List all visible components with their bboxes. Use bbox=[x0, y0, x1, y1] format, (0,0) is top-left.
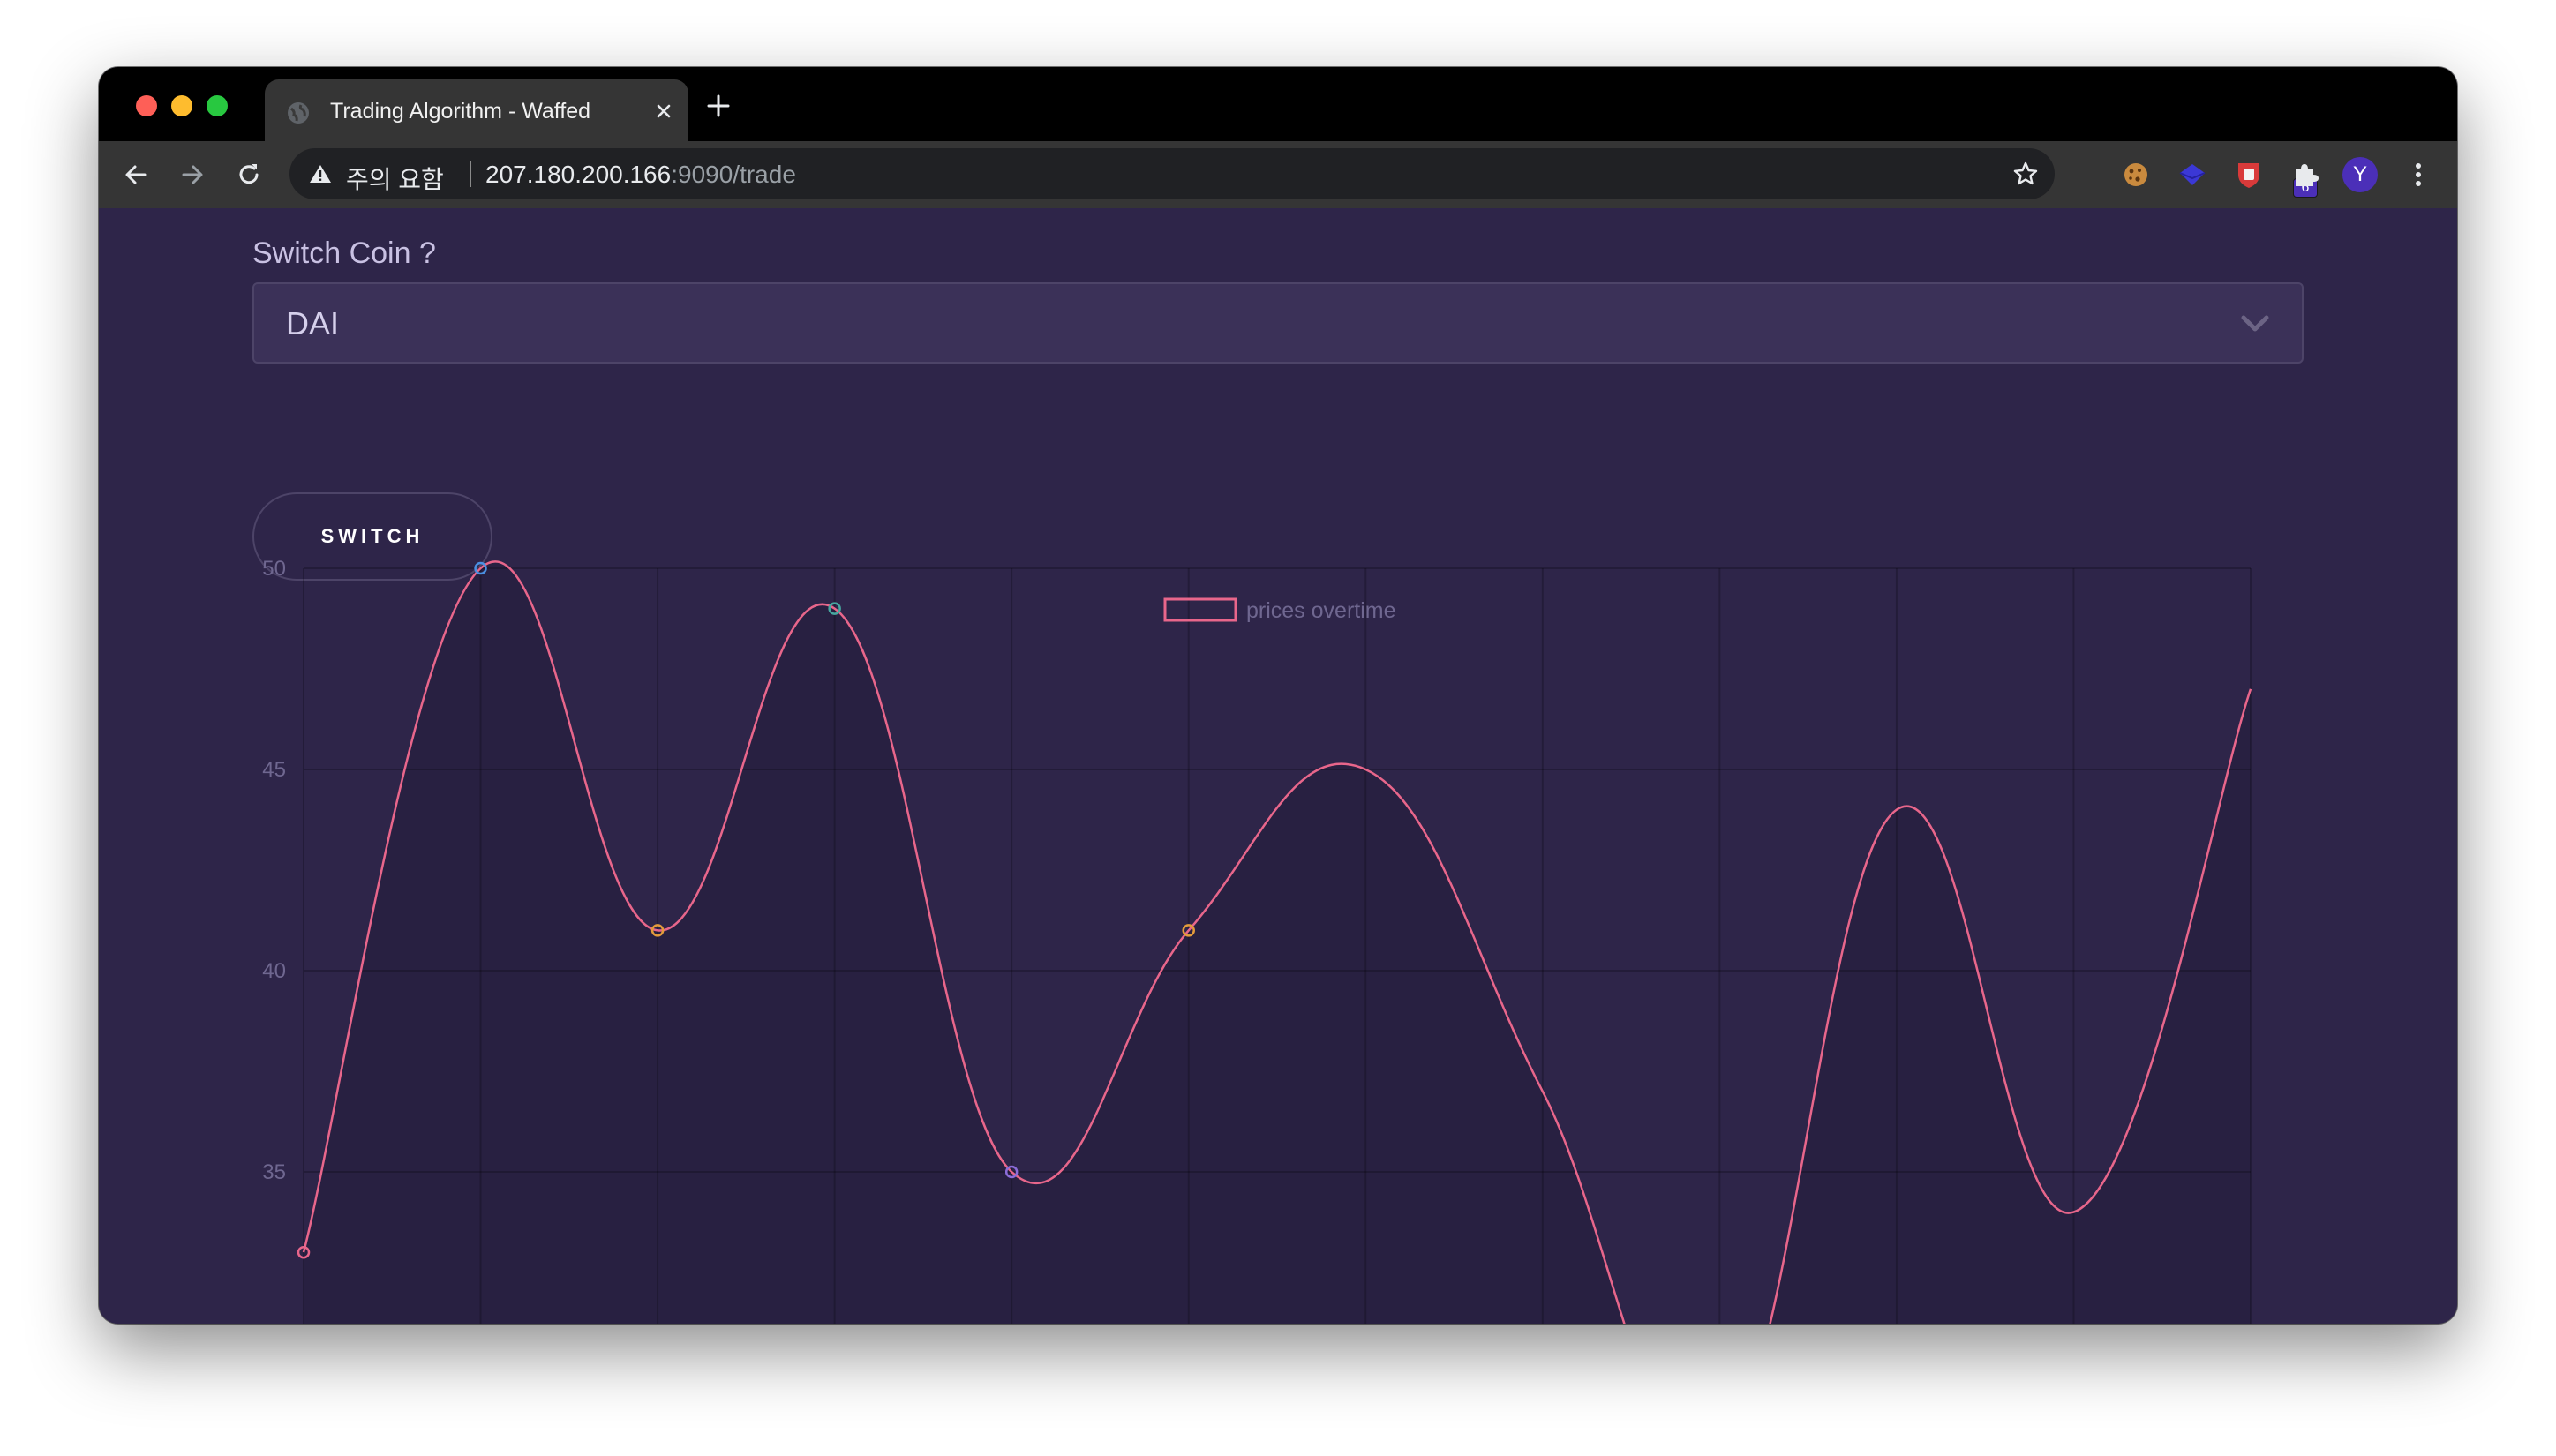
cookie-extension-icon[interactable] bbox=[2120, 159, 2152, 191]
profile-avatar[interactable]: Y bbox=[2342, 157, 2378, 192]
legend-swatch bbox=[1163, 597, 1237, 622]
back-arrow-icon[interactable] bbox=[122, 161, 150, 189]
url-text[interactable]: 207.180.200.166:9090/trade bbox=[485, 161, 796, 189]
page-content: Switch Coin ? DAI SWITCH 35 40 45 50 prices… bbox=[99, 208, 2457, 1324]
tab-strip: Trading Algorithm - Waffed bbox=[99, 67, 2457, 141]
shield-extension-icon[interactable] bbox=[2233, 159, 2265, 191]
browser-window: Trading Algorithm - Waffed 주의 요함 207.180… bbox=[99, 67, 2457, 1324]
reload-icon[interactable] bbox=[235, 161, 263, 189]
maximize-window-button[interactable] bbox=[207, 95, 228, 116]
minimize-window-button[interactable] bbox=[171, 95, 192, 116]
chart-area-fill bbox=[304, 561, 2251, 1324]
y-tick-label: 50 bbox=[262, 557, 286, 581]
globe-icon bbox=[288, 102, 309, 124]
forward-arrow-icon[interactable] bbox=[178, 161, 207, 189]
tab-title: Trading Algorithm - Waffed bbox=[330, 99, 591, 124]
close-window-button[interactable] bbox=[136, 95, 157, 116]
more-menu-icon[interactable] bbox=[2402, 159, 2434, 191]
url-host: 207.180.200.166 bbox=[485, 161, 672, 188]
omnibox-divider bbox=[470, 161, 471, 187]
security-status-label[interactable]: 주의 요함 bbox=[346, 161, 444, 196]
y-tick-label: 35 bbox=[262, 1160, 286, 1184]
close-icon[interactable] bbox=[651, 99, 676, 124]
price-chart: 35 40 45 50 prices overtime bbox=[262, 557, 2252, 1324]
toolbar: 주의 요함 207.180.200.166:9090/trade 6 Y bbox=[99, 141, 2457, 208]
new-tab-icon[interactable] bbox=[706, 94, 731, 118]
puzzle-extensions-icon[interactable] bbox=[2289, 159, 2321, 191]
y-tick-label: 40 bbox=[262, 959, 286, 983]
bookmark-star-icon[interactable] bbox=[2012, 161, 2039, 187]
legend-label: prices overtime bbox=[1246, 598, 1396, 623]
address-bar[interactable]: 주의 요함 207.180.200.166:9090/trade bbox=[289, 148, 2055, 199]
tab-active[interactable]: Trading Algorithm - Waffed bbox=[265, 79, 688, 141]
y-axis-ticks: 35 40 45 50 bbox=[262, 557, 286, 1184]
warning-icon[interactable] bbox=[309, 163, 332, 184]
diamond-extension-icon[interactable] bbox=[2176, 159, 2208, 191]
url-path: :9090/trade bbox=[671, 161, 796, 188]
y-tick-label: 45 bbox=[262, 758, 286, 782]
chart-legend[interactable]: prices overtime bbox=[1163, 597, 1396, 623]
